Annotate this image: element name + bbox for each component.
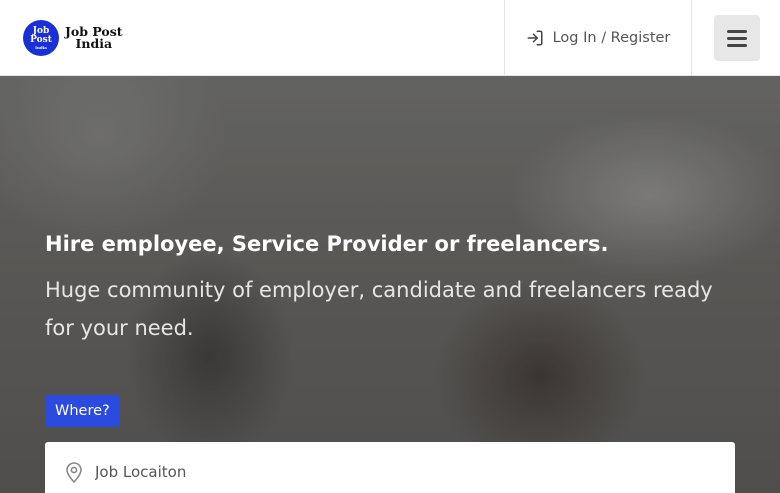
site-logo[interactable]: Job Post India Job Post India: [23, 20, 123, 56]
location-search-box[interactable]: [45, 442, 735, 493]
login-register-label: Log In / Register: [552, 30, 671, 46]
logo-badge: Job Post India: [23, 20, 59, 56]
hamburger-menu-icon-bar: [727, 43, 747, 47]
logo-badge-line2: Post: [30, 34, 52, 45]
job-location-input[interactable]: [95, 463, 695, 481]
logo-text-line2: India: [75, 36, 113, 51]
hero-subtitle: Huge community of employer, candidate an…: [45, 278, 713, 340]
site-header: Job Post India Job Post India Log In / R…: [0, 0, 780, 76]
hero-title: Hire employee, Service Provider or freel…: [45, 232, 609, 256]
menu-button[interactable]: [714, 15, 760, 61]
logo-badge-line3: India: [35, 44, 47, 50]
hamburger-menu-icon-bar: [727, 36, 747, 40]
hamburger-menu-icon: [727, 29, 747, 33]
where-label: Where?: [45, 395, 120, 427]
hero-banner: Hire employee, Service Provider or freel…: [0, 76, 780, 493]
login-register-link[interactable]: Log In / Register: [504, 0, 692, 76]
sign-in-icon: [527, 30, 543, 46]
logo-text: Job Post India: [65, 25, 123, 51]
map-pin-icon: [66, 462, 82, 483]
